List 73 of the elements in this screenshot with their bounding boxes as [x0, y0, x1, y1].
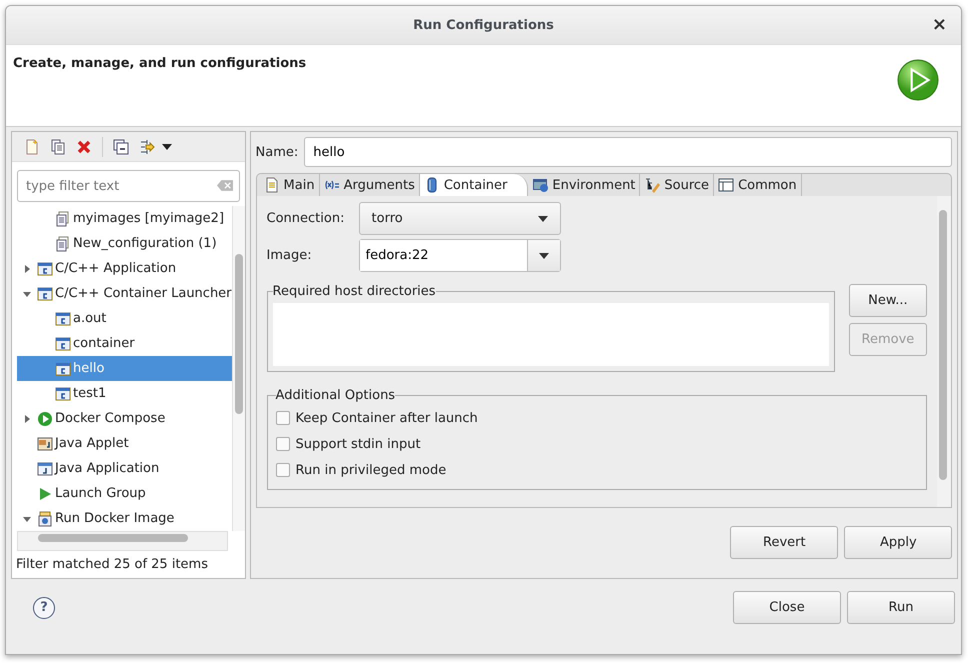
tree-item[interactable]: C/C++ Application: [17, 256, 232, 282]
c-file-icon: [55, 336, 71, 352]
expanded-arrow-icon[interactable]: [23, 514, 31, 523]
connection-label: Connection:: [266, 211, 346, 226]
c-file-icon: [55, 360, 71, 377]
checkbox[interactable]: [276, 463, 290, 477]
document-stack-icon: [55, 210, 71, 227]
tree-item[interactable]: test1: [17, 381, 232, 406]
checkbox[interactable]: [276, 437, 290, 451]
tree-item[interactable]: Java Applet: [17, 431, 232, 456]
button[interactable]: Revert: [730, 526, 838, 559]
header-message: Create, manage, and run configurations: [13, 56, 306, 71]
c-file-icon: [55, 310, 71, 327]
caret-icon: [538, 216, 548, 222]
vertical-scrollbar[interactable]: [937, 196, 952, 507]
tab[interactable]: Container: [420, 174, 528, 196]
group-title: Additional Options: [276, 388, 396, 403]
tree-item[interactable]: New_configuration (1): [17, 231, 232, 256]
dropdown-caret-icon[interactable]: [162, 144, 172, 150]
window-title: Run Configurations: [413, 18, 554, 32]
name-label: Name:: [256, 144, 298, 160]
java-file-icon: [37, 460, 53, 477]
tree-item[interactable]: Launch Group: [17, 481, 232, 506]
name-field[interactable]: hello: [304, 137, 952, 167]
delete-icon[interactable]: [76, 138, 92, 155]
tree-item[interactable]: myimages [myimage2]: [17, 206, 232, 232]
checkbox-label[interactable]: Support stdin input: [296, 436, 421, 452]
button[interactable]: New...: [848, 284, 928, 317]
window-icon: [532, 177, 548, 193]
duplicate-icon[interactable]: [50, 138, 66, 155]
tree-item[interactable]: C/C++ Container Launcher: [17, 281, 232, 306]
filter-field[interactable]: type filter text: [17, 170, 240, 202]
button[interactable]: Apply: [844, 526, 952, 559]
play-circle-icon: [37, 410, 53, 427]
button[interactable]: Run: [847, 591, 955, 624]
filter-status: Filter matched 25 of 25 items: [15, 556, 209, 574]
tab[interactable]: Main: [260, 174, 320, 196]
tree-item[interactable]: Java Application: [17, 456, 232, 482]
collapsed-arrow-icon[interactable]: [23, 414, 31, 423]
tree-item[interactable]: Docker Compose: [17, 406, 232, 432]
close-button[interactable]: ×: [928, 15, 951, 35]
tree-item[interactable]: a.out: [17, 306, 232, 332]
tree-pencil-icon: [644, 177, 660, 193]
tree-item[interactable]: container: [17, 331, 232, 356]
filter-icon[interactable]: [139, 138, 155, 155]
horizontal-scrollbar[interactable]: [17, 531, 228, 551]
container-image-icon: [37, 510, 53, 527]
checkbox[interactable]: [276, 411, 290, 425]
run-icon: [897, 59, 939, 101]
document-icon: [264, 177, 280, 193]
button[interactable]: Close: [733, 591, 841, 624]
checkbox-label[interactable]: Keep Container after launch: [296, 410, 478, 426]
caret-icon: [538, 252, 549, 258]
play-icon: [37, 486, 53, 502]
checkbox-label[interactable]: Run in privileged mode: [296, 462, 446, 478]
c-file-icon: [55, 386, 71, 402]
image-combo-field[interactable]: fedora:22: [358, 239, 561, 272]
connection-dropdown[interactable]: torro: [358, 202, 561, 235]
vertical-scrollbar[interactable]: [232, 206, 245, 532]
table-icon: [718, 177, 734, 193]
tree-item[interactable]: Run Docker Image: [17, 506, 232, 532]
applet-icon: [37, 436, 53, 452]
collapsed-arrow-icon[interactable]: [23, 264, 31, 273]
image-label: Image:: [266, 248, 313, 263]
group-title: Required host directories: [272, 284, 436, 299]
expanded-arrow-icon[interactable]: [23, 290, 31, 298]
document-stack-icon: [55, 236, 71, 252]
collapse-all-icon[interactable]: [113, 138, 129, 155]
c-file-icon: [37, 260, 53, 277]
dropdown-button[interactable]: [528, 240, 560, 271]
new-file-icon[interactable]: [24, 138, 40, 155]
help-button[interactable]: ?: [33, 596, 55, 618]
c-file-icon: [37, 286, 53, 302]
